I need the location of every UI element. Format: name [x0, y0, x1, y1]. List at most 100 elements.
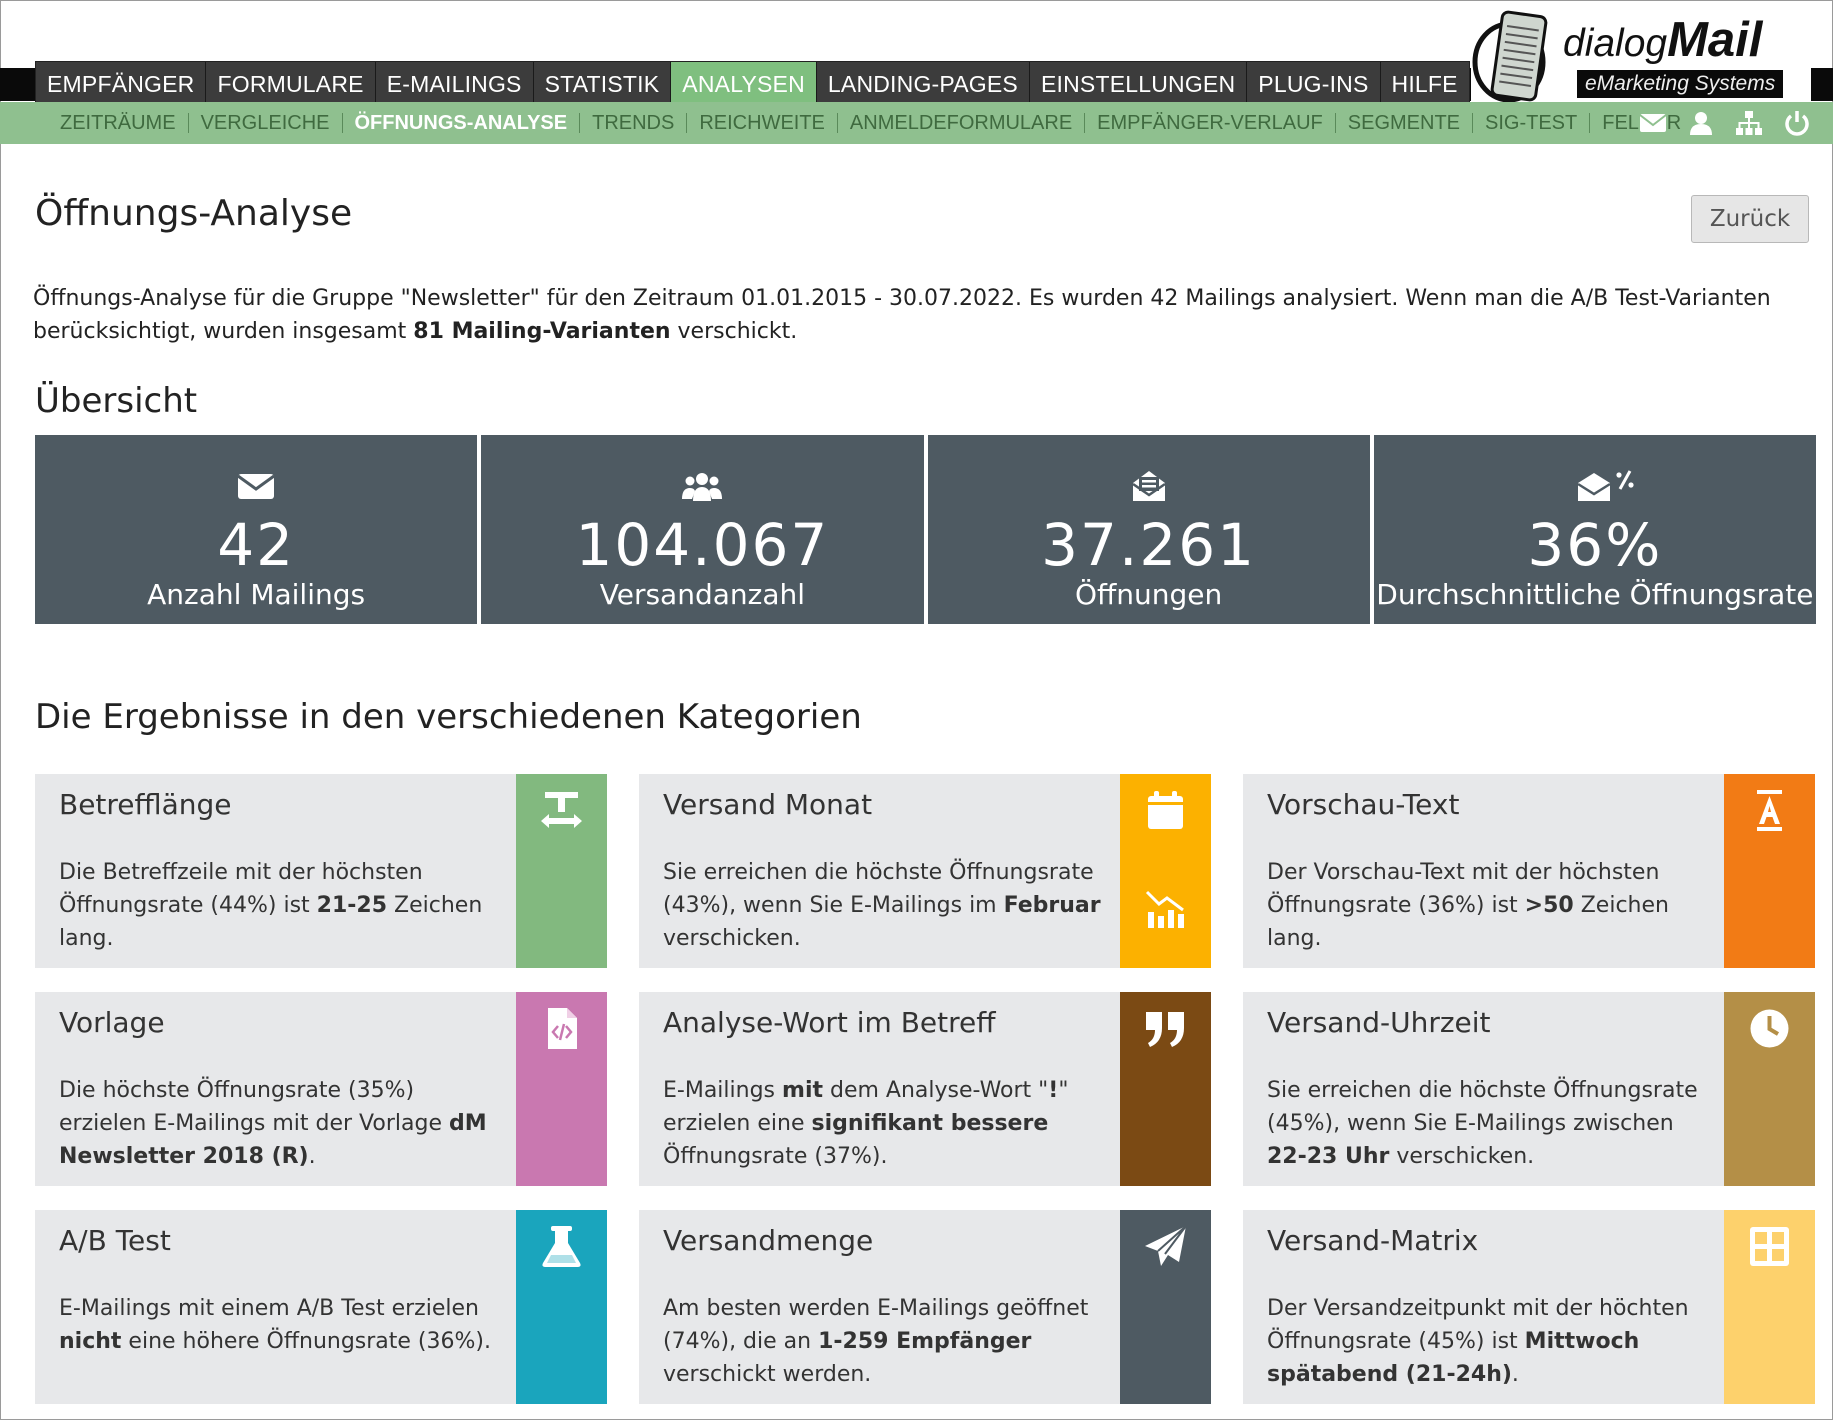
sub-nav-item-vergleiche[interactable]: VERGLEICHE — [189, 113, 343, 133]
card-text-bold: 22-23 Uhr — [1267, 1144, 1390, 1169]
result-card[interactable]: Versandmenge Am besten werden E-Mailings … — [639, 1210, 1211, 1404]
card-text: Der Versandzeitpunkt mit der höchten Öff… — [1267, 1292, 1707, 1391]
card-text-bold: 1-259 Empfänger — [818, 1329, 1032, 1354]
card-text-bold: 21-25 — [316, 893, 388, 918]
text-height-icon — [1747, 788, 1792, 833]
card-text: E-Mailings mit einem A/B Test erzielen n… — [59, 1292, 499, 1358]
main-nav-item-statistik[interactable]: STATISTIK — [534, 62, 672, 105]
main-nav-item-einstellungen[interactable]: EINSTELLUNGEN — [1030, 62, 1248, 105]
card-text: Die Betreffzeile mit der höchsten Öffnun… — [59, 856, 499, 955]
open-envelope-icon — [1131, 471, 1166, 501]
card-title: Versand-Matrix — [1267, 1224, 1479, 1257]
sub-nav-item-trends[interactable]: TRENDS — [580, 113, 688, 133]
user-icon[interactable] — [1687, 110, 1715, 136]
main-nav-item-e-mailings[interactable]: E-MAILINGS — [376, 62, 534, 105]
text-width-icon — [539, 788, 584, 833]
sub-nav-item-empfänger-verlauf[interactable]: EMPFÄNGER-VERLAUF — [1085, 113, 1336, 133]
quote-icon — [1143, 1006, 1188, 1051]
file-code-icon — [539, 1006, 584, 1051]
card-text: Am besten werden E-Mailings geöffnet (74… — [663, 1292, 1103, 1391]
card-title: A/B Test — [59, 1224, 171, 1257]
sub-nav-item-sig-test[interactable]: SIG-TEST — [1473, 113, 1591, 133]
result-card[interactable]: Versand-Uhrzeit Sie erreichen die höchste… — [1243, 992, 1815, 1186]
intro-part2: verschickt. — [670, 319, 798, 344]
card-title: Vorlage — [59, 1006, 165, 1039]
card-text-part: Öffnungsrate (37%). — [663, 1144, 888, 1169]
card-color-bar — [516, 992, 607, 1186]
card-text-bold: mit — [782, 1078, 823, 1103]
card-text-part: dem Analyse-Wort " — [823, 1078, 1049, 1103]
stat-label: Versandanzahl — [599, 578, 806, 611]
sub-nav-links: ZEITRÄUME VERGLEICHE ÖFFNUNGS-ANALYSE TREND… — [48, 102, 1693, 144]
users-icon — [682, 473, 723, 501]
result-card[interactable]: Vorlage Die höchste Öffnungsrate (35%) er… — [35, 992, 607, 1186]
card-text-part: . — [1511, 1362, 1519, 1387]
sub-nav-item-zeiträume[interactable]: ZEITRÄUME — [48, 113, 189, 133]
card-text: Der Vorschau-Text mit der höchsten Öffnu… — [1267, 856, 1707, 955]
stat-value: 37.261 — [1041, 511, 1257, 579]
calendar-icon — [1143, 788, 1188, 833]
result-card[interactable]: Versand Monat Sie erreichen die höchste Ö… — [639, 774, 1211, 968]
envelope-icon[interactable] — [1639, 110, 1667, 136]
overview-heading: Übersicht — [35, 381, 198, 421]
chart-icon — [1143, 886, 1188, 931]
stat-mailings: 42 Anzahl Mailings — [35, 435, 478, 624]
card-color-bar — [516, 1210, 607, 1404]
card-text-part: E-Mailings — [663, 1078, 783, 1103]
stat-open-rate: 36% Durchschnittliche Öffnungsrate — [1373, 435, 1816, 624]
main-nav-item-empfänger[interactable]: EMPFÄNGER — [36, 62, 207, 105]
newspaper-logo-icon — [1472, 10, 1548, 103]
result-card[interactable]: A/B Test E-Mailings mit einem A/B Test er… — [35, 1210, 607, 1404]
card-text-part: . — [308, 1144, 316, 1169]
sub-nav-icons — [1639, 110, 1811, 136]
card-color-bar — [1724, 774, 1815, 968]
result-card[interactable]: Analyse-Wort im Betreff E-Mailings mit de… — [639, 992, 1211, 1186]
stat-opens: 37.261 Öffnungen — [927, 435, 1370, 624]
sub-nav-item-reichweite[interactable]: REICHWEITE — [687, 113, 838, 133]
stats-row: 42 Anzahl Mailings 104.067 Versandanzahl… — [35, 435, 1816, 624]
main-nav-item-analysen[interactable]: ANALYSEN — [671, 62, 817, 105]
card-text-bold: ! — [1048, 1078, 1059, 1103]
sub-nav-item-segmente[interactable]: SEGMENTE — [1336, 113, 1474, 133]
main-nav-item-hilfe[interactable]: HILFE — [1381, 62, 1469, 105]
power-icon[interactable] — [1783, 110, 1811, 136]
result-card[interactable]: Versand-Matrix Der Versandzeitpunkt mit d… — [1243, 1210, 1815, 1404]
card-text-part: Die höchste Öffnungsrate (35%) erzielen … — [59, 1078, 449, 1136]
card-text-part: verschickt werden. — [663, 1362, 872, 1387]
stat-value: 42 — [217, 511, 296, 579]
card-title: Versand Monat — [663, 788, 873, 821]
card-text: Sie erreichen die höchste Öffnungsrate (… — [1267, 1074, 1707, 1173]
logo-text: dialogMail — [1563, 13, 1763, 67]
card-text-bold: nicht — [59, 1329, 122, 1354]
card-title: Analyse-Wort im Betreff — [663, 1006, 996, 1039]
stat-value: 104.067 — [575, 511, 830, 579]
main-nav-item-formulare[interactable]: FORMULARE — [206, 62, 376, 105]
card-text-part: Sie erreichen die höchste Öffnungsrate (… — [1267, 1078, 1698, 1136]
card-text-part: verschicken. — [663, 926, 801, 951]
main-nav-item-plug-ins[interactable]: PLUG-INS — [1247, 62, 1381, 105]
sub-nav-item-öffnungs-analyse[interactable]: ÖFFNUNGS-ANALYSE — [343, 113, 581, 133]
result-card[interactable]: Betrefflänge Die Betreffzeile mit der höc… — [35, 774, 607, 968]
card-color-bar — [1120, 774, 1211, 968]
sub-nav-item-anmeldeformulare[interactable]: ANMELDEFORMULARE — [838, 113, 1086, 133]
card-text-bold: signifikant bessere — [811, 1111, 1049, 1136]
logo: dialogMail eMarketing Systems — [1471, 6, 1811, 106]
main-nav-item-landing-pages[interactable]: LANDING-PAGES — [817, 62, 1030, 105]
card-text-part: E-Mailings mit einem A/B Test erzielen — [59, 1296, 479, 1321]
sitemap-icon[interactable] — [1735, 110, 1763, 136]
logo-tagline: eMarketing Systems — [1577, 70, 1784, 98]
card-color-bar — [1724, 992, 1815, 1186]
card-title: Betrefflänge — [59, 788, 232, 821]
intro-part1: Öffnungs-Analyse für die Gruppe "Newslet… — [33, 286, 1771, 344]
clock-icon — [1747, 1006, 1792, 1051]
card-color-bar — [1724, 1210, 1815, 1404]
result-card[interactable]: Vorschau-Text Der Vorschau-Text mit der h… — [1243, 774, 1815, 968]
card-text: E-Mailings mit dem Analyse-Wort "!" erzi… — [663, 1074, 1103, 1173]
card-text: Die höchste Öffnungsrate (35%) erzielen … — [59, 1074, 499, 1173]
card-text-bold: >50 — [1524, 893, 1574, 918]
card-color-bar — [1120, 992, 1211, 1186]
grid-icon — [1747, 1224, 1792, 1269]
page-title: Öffnungs-Analyse — [35, 193, 353, 234]
back-button[interactable]: Zurück — [1691, 195, 1809, 243]
stat-label: Durchschnittliche Öffnungsrate — [1376, 578, 1814, 611]
